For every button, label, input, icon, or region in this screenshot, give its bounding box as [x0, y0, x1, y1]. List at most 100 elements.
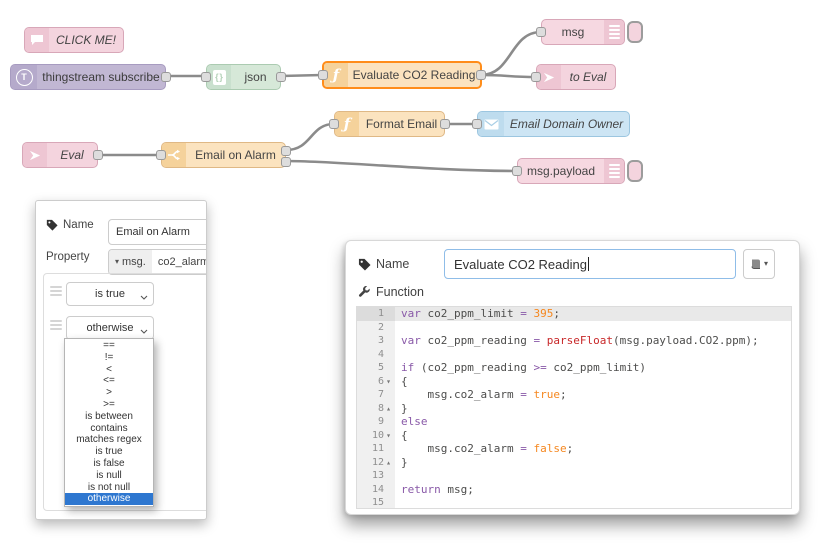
drag-handle-icon[interactable]: [50, 320, 62, 330]
editor-code[interactable]: var co2_ppm_limit = 395; var co2_ppm_rea…: [395, 307, 791, 508]
dropdown-option[interactable]: >: [65, 387, 153, 399]
output-port[interactable]: [161, 72, 171, 82]
input-port[interactable]: [472, 119, 482, 129]
flow-canvas: CLICK ME! T thingstream subscribe { } js…: [0, 0, 825, 553]
code-line[interactable]: {: [401, 429, 791, 443]
chevron-down-icon: [140, 325, 148, 337]
gutter-cell[interactable]: 6▾: [357, 375, 395, 389]
gutter-cell[interactable]: 13: [357, 469, 395, 483]
output-port[interactable]: [440, 119, 450, 129]
node-label: Email on Alarm: [186, 148, 285, 162]
gutter-cell[interactable]: 11: [357, 442, 395, 456]
code-editor[interactable]: 123456▾78▴910▾1112▴131415 var co2_ppm_li…: [356, 306, 792, 509]
output-port-2[interactable]: [281, 157, 291, 167]
wire[interactable]: [286, 124, 334, 150]
link-arrow-icon: [23, 143, 47, 167]
node-email-domain-owner[interactable]: Email Domain Owner: [477, 111, 630, 137]
speech-bubble-icon: [25, 28, 49, 52]
debug-toggle-button[interactable]: [627, 160, 643, 182]
code-line[interactable]: if (co2_ppm_reading >= co2_ppm_limit): [401, 361, 791, 375]
node-msg-payload[interactable]: msg.payload: [517, 158, 625, 184]
code-line[interactable]: {: [401, 375, 791, 389]
property-value-input[interactable]: co2_alarm: [152, 250, 207, 274]
gutter-cell[interactable]: 9: [357, 415, 395, 429]
switch-name-input[interactable]: Email on Alarm: [108, 219, 207, 245]
dropdown-option[interactable]: is not null: [65, 482, 153, 494]
gutter-cell[interactable]: 5: [357, 361, 395, 375]
code-line[interactable]: [401, 496, 791, 509]
code-line[interactable]: msg.co2_alarm = true;: [401, 388, 791, 402]
gutter-cell[interactable]: 2: [357, 321, 395, 335]
code-line[interactable]: }: [401, 456, 791, 470]
code-line[interactable]: msg.co2_alarm = false;: [401, 442, 791, 456]
code-line[interactable]: [401, 348, 791, 362]
dropdown-option[interactable]: !=: [65, 352, 153, 364]
input-port[interactable]: [318, 70, 328, 80]
name-field-label: Name: [376, 257, 409, 271]
node-to-eval[interactable]: to Eval: [536, 64, 616, 90]
drag-handle-icon[interactable]: [50, 286, 62, 296]
dropdown-option[interactable]: is between: [65, 411, 153, 423]
gutter-cell[interactable]: 12▴: [357, 456, 395, 470]
output-port[interactable]: [476, 70, 486, 80]
dropdown-option[interactable]: is false: [65, 458, 153, 470]
node-evaluate-co2-reading[interactable]: ƒ Evaluate CO2 Reading: [322, 61, 482, 89]
node-label: thingstream subscribe: [37, 70, 165, 84]
rule-2-operator-select[interactable]: otherwise: [66, 316, 154, 340]
node-msg[interactable]: msg: [541, 19, 625, 45]
property-type-select[interactable]: ▾ msg.: [109, 250, 152, 274]
output-port[interactable]: [93, 150, 103, 160]
code-line[interactable]: [401, 469, 791, 483]
node-thingstream-subscribe[interactable]: T thingstream subscribe: [10, 64, 166, 90]
wire[interactable]: [481, 75, 536, 77]
input-port[interactable]: [531, 72, 541, 82]
function-name-input[interactable]: Evaluate CO2 Reading: [444, 249, 736, 279]
node-json[interactable]: { } json: [206, 64, 281, 90]
node-label: msg: [542, 25, 604, 39]
code-line[interactable]: var co2_ppm_limit = 395;: [395, 307, 791, 321]
dropdown-option[interactable]: >=: [65, 399, 153, 411]
gutter-cell[interactable]: 1: [357, 307, 395, 321]
input-port[interactable]: [329, 119, 339, 129]
dropdown-option[interactable]: <=: [65, 375, 153, 387]
gutter-cell[interactable]: 14: [357, 483, 395, 497]
node-click-me[interactable]: CLICK ME!: [24, 27, 124, 53]
dropdown-option[interactable]: <: [65, 364, 153, 376]
rule-1-operator-select[interactable]: is true: [66, 282, 154, 306]
wire[interactable]: [281, 75, 322, 76]
dropdown-option[interactable]: ==: [65, 340, 153, 352]
gutter-cell[interactable]: 10▾: [357, 429, 395, 443]
property-field[interactable]: ▾ msg. co2_alarm: [108, 249, 207, 275]
output-port-1[interactable]: [281, 146, 291, 156]
output-port[interactable]: [276, 72, 286, 82]
gutter-cell[interactable]: 3: [357, 334, 395, 348]
code-line[interactable]: }: [401, 402, 791, 416]
text-caret: [588, 257, 589, 271]
gutter-cell[interactable]: 8▴: [357, 402, 395, 416]
dropdown-option[interactable]: is true: [65, 446, 153, 458]
node-eval[interactable]: Eval: [22, 142, 98, 168]
dropdown-option[interactable]: is null: [65, 470, 153, 482]
code-line[interactable]: return msg;: [401, 483, 791, 497]
chevron-down-icon: [140, 291, 148, 303]
wire[interactable]: [481, 32, 541, 75]
debug-toggle-button[interactable]: [627, 21, 643, 43]
wire[interactable]: [286, 161, 517, 171]
gutter-cell[interactable]: 15: [357, 496, 395, 509]
code-line[interactable]: [401, 321, 791, 335]
node-email-on-alarm[interactable]: Email on Alarm: [161, 142, 286, 168]
input-port[interactable]: [536, 27, 546, 37]
chevron-down-icon: ▾: [115, 258, 119, 266]
node-format-email[interactable]: ƒ Format Email: [334, 111, 445, 137]
code-line[interactable]: else: [401, 415, 791, 429]
library-button[interactable]: ▾: [743, 249, 775, 279]
dropdown-option[interactable]: matches regex: [65, 434, 153, 446]
gutter-cell[interactable]: 4: [357, 348, 395, 362]
input-port[interactable]: [512, 166, 522, 176]
code-line[interactable]: var co2_ppm_reading = parseFloat(msg.pay…: [401, 334, 791, 348]
input-port[interactable]: [201, 72, 211, 82]
dropdown-option[interactable]: otherwise: [65, 493, 153, 505]
gutter-cell[interactable]: 7: [357, 388, 395, 402]
input-port[interactable]: [156, 150, 166, 160]
dropdown-option[interactable]: contains: [65, 423, 153, 435]
